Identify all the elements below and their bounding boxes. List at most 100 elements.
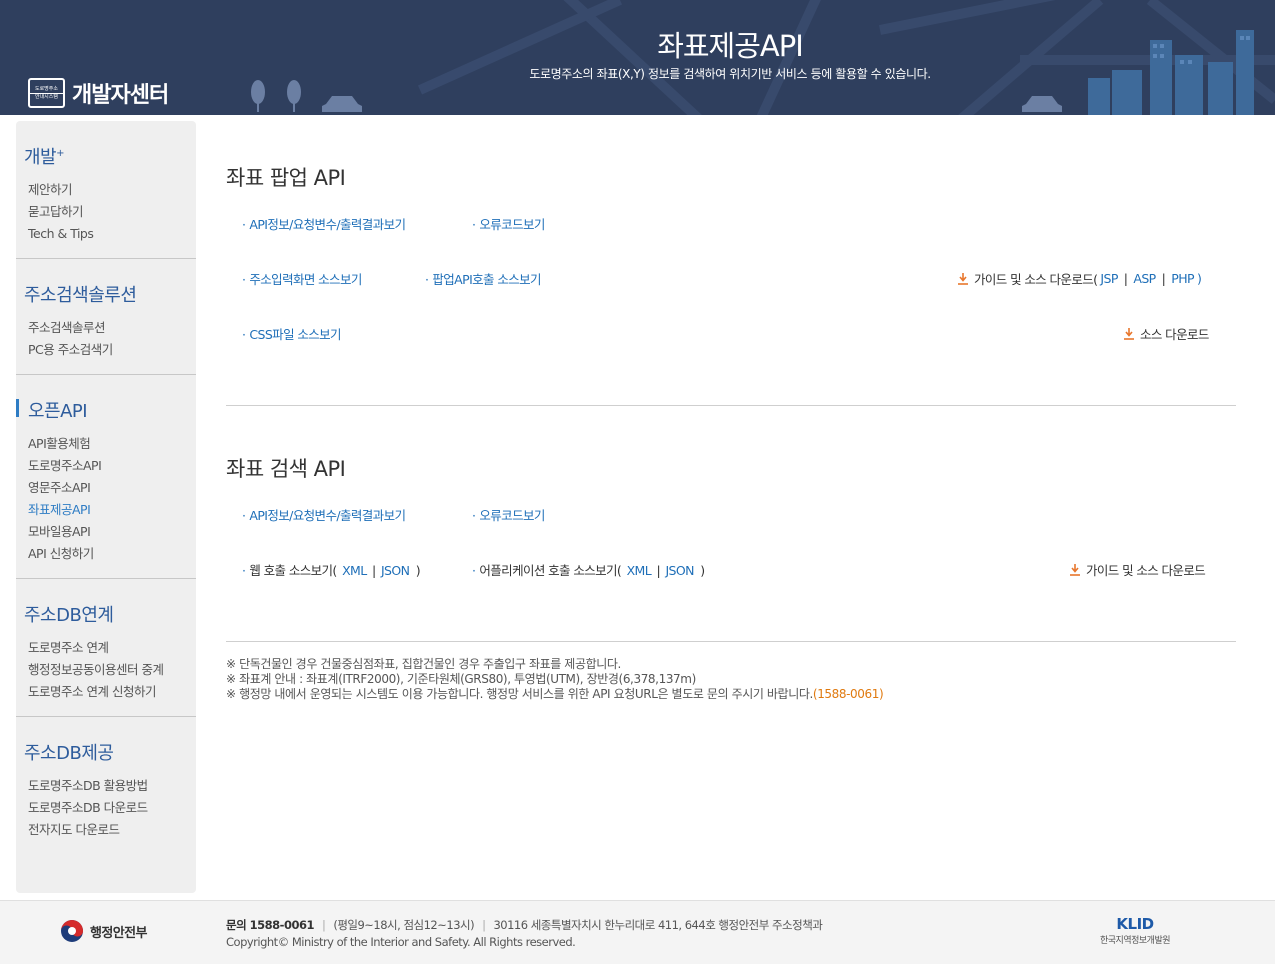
separator: |	[1161, 271, 1166, 286]
guide-php-link[interactable]: PHP	[1171, 271, 1194, 286]
gov-logo: 행정안전부	[60, 919, 147, 943]
source-download-label: 소스 다운로드	[1140, 327, 1209, 342]
sidebar-group-dbprovide: 주소DB제공 도로명주소DB 활용방법 도로명주소DB 다운로드 전자지도 다운…	[16, 717, 196, 854]
link-label: 팝업API호출 소스보기	[432, 272, 541, 287]
guide-download-label: 가이드 및 소스 다운로드	[1086, 563, 1206, 578]
paren-close: )	[1196, 271, 1202, 286]
footer-copyright: Copyright© Ministry of the Interior and …	[226, 935, 576, 949]
note-line: ※ 행정망 내에서 운영되는 시스템도 이용 가능합니다. 행정망 서비스를 위…	[226, 687, 884, 702]
logo-badge-bottom: 안내시스템	[30, 92, 63, 101]
sidebar-item[interactable]: 묻고답하기	[16, 201, 196, 223]
link-label: API정보/요청변수/출력결과보기	[249, 508, 406, 523]
section-divider	[226, 641, 1236, 642]
separator: |	[656, 563, 661, 578]
page-subtitle: 도로명주소의 좌표(X,Y) 정보를 검색하여 위치기반 서비스 등에 활용할 …	[529, 67, 931, 81]
taegeuk-icon	[61, 920, 83, 942]
sidebar-group-solution: 주소검색솔루션 주소검색솔루션 PC용 주소검색기	[16, 259, 196, 375]
download-icon	[1070, 564, 1080, 576]
app-call-source: · 어플리케이션 호출 소스보기( XML | JSON )	[472, 563, 705, 578]
sidebar-title-plus: +	[56, 148, 65, 159]
app-json-link[interactable]: JSON	[665, 563, 694, 578]
klid-logo: KLID 한국지역정보개발원	[1100, 915, 1171, 946]
page-header: 도로명주소 안내시스템 개발자센터 좌표제공API 도로명주소의 좌표(X,Y)…	[0, 0, 1275, 115]
logo-badge-top: 도로명주소	[34, 85, 58, 92]
popup-call-source-link[interactable]: · 팝업API호출 소스보기	[425, 269, 542, 288]
notes: ※ 단독건물인 경우 건물중심점좌표, 집합건물인 경우 주출입구 좌표를 제공…	[226, 657, 884, 702]
sidebar-item[interactable]: 행정정보공동이용센터 중계	[16, 659, 196, 681]
sidebar-title-text: 오픈API	[28, 401, 88, 422]
sidebar-item-current[interactable]: 좌표제공API	[16, 499, 196, 521]
sidebar-item[interactable]: 도로명주소 연계 신청하기	[16, 681, 196, 703]
sidebar-group-title[interactable]: 오픈API	[16, 397, 196, 423]
sidebar-title-text: 개발	[24, 147, 57, 168]
popup-error-code-link[interactable]: · 오류코드보기	[472, 214, 545, 233]
footer-contact: 문의 1588-0061	[226, 918, 314, 932]
sidebar-group-title[interactable]: 개발+	[16, 143, 196, 169]
footer-hours: (평일9~18시, 점심12~13시)	[333, 918, 475, 932]
note-phone: (1588-0061)	[812, 687, 884, 701]
sidebar-item[interactable]: 전자지도 다운로드	[16, 819, 196, 841]
sidebar-item[interactable]: 도로명주소API	[16, 455, 196, 477]
sidebar-group-openapi: 오픈API API활용체험 도로명주소API 영문주소API 좌표제공API 모…	[16, 375, 196, 579]
download-icon	[1124, 328, 1134, 340]
guide-asp-link[interactable]: ASP	[1133, 271, 1156, 286]
search-error-code-link[interactable]: · 오류코드보기	[472, 505, 545, 524]
separator: |	[371, 563, 376, 578]
footer-info: 문의 1588-0061 | (평일9~18시, 점심12~13시) | 30116 세…	[226, 918, 823, 949]
sidebar-item[interactable]: 모바일용API	[16, 521, 196, 543]
guide-jsp-link[interactable]: JSP	[1100, 271, 1118, 286]
sidebar: 개발+ 제안하기 묻고답하기 Tech & Tips 주소검색솔루션 주소검색솔…	[16, 121, 196, 893]
search-section-title: 좌표 검색 API	[226, 457, 346, 481]
link-label: API정보/요청변수/출력결과보기	[249, 217, 406, 232]
klid-name: 한국지역정보개발원	[1100, 936, 1171, 946]
logo-badge: 도로명주소 안내시스템	[28, 78, 65, 108]
popup-section-title: 좌표 팝업 API	[226, 166, 346, 190]
web-call-label: 웹 호출 소스보기(	[249, 563, 337, 578]
section-divider	[226, 405, 1236, 406]
sidebar-item[interactable]: Tech & Tips	[16, 223, 196, 245]
sidebar-item[interactable]: API 신청하기	[16, 543, 196, 565]
link-label: 오류코드보기	[479, 508, 545, 523]
link-label: 주소입력화면 소스보기	[249, 272, 362, 287]
sidebar-item[interactable]: 도로명주소DB 다운로드	[16, 797, 196, 819]
sidebar-item[interactable]: 도로명주소DB 활용방법	[16, 775, 196, 797]
page-footer: 행정안전부 문의 1588-0061 | (평일9~18시, 점심12~13시) | 3…	[0, 900, 1275, 964]
sidebar-group-dblink: 주소DB연계 도로명주소 연계 행정정보공동이용센터 중계 도로명주소 연계 신…	[16, 579, 196, 717]
sidebar-group-title[interactable]: 주소검색솔루션	[16, 281, 196, 307]
search-guide-download[interactable]: 가이드 및 소스 다운로드	[1069, 560, 1206, 579]
popup-guide-download: 가이드 및 소스 다운로드( JSP | ASP | PHP )	[957, 269, 1202, 288]
sidebar-item[interactable]: PC용 주소검색기	[16, 339, 196, 361]
sidebar-group-title[interactable]: 주소DB제공	[16, 739, 196, 765]
page-title: 좌표제공API	[657, 29, 804, 63]
popup-input-source-link[interactable]: · 주소입력화면 소스보기	[242, 269, 362, 288]
web-call-source: · 웹 호출 소스보기( XML | JSON )	[242, 563, 421, 578]
sidebar-group-title[interactable]: 주소DB연계	[16, 601, 196, 627]
link-label: 오류코드보기	[479, 217, 545, 232]
sidebar-item[interactable]: 영문주소API	[16, 477, 196, 499]
separator: |	[1123, 271, 1128, 286]
popup-css-source-link[interactable]: · CSS파일 소스보기	[242, 324, 342, 343]
sidebar-item[interactable]: 주소검색솔루션	[16, 317, 196, 339]
sidebar-item[interactable]: API활용체험	[16, 433, 196, 455]
note-line: ※ 단독건물인 경우 건물중심점좌표, 집합건물인 경우 주출입구 좌표를 제공…	[226, 657, 621, 671]
popup-source-download[interactable]: 소스 다운로드	[1123, 324, 1209, 343]
link-label: CSS파일 소스보기	[249, 327, 341, 342]
popup-api-info-link[interactable]: · API정보/요청변수/출력결과보기	[242, 214, 406, 233]
download-icon	[958, 273, 968, 285]
klid-logo-text: KLID	[1116, 915, 1154, 933]
note-text: ※ 행정망 내에서 운영되는 시스템도 이용 가능합니다. 행정망 서비스를 위…	[226, 687, 813, 701]
web-xml-link[interactable]: XML	[342, 563, 367, 578]
gov-name: 행정안전부	[90, 925, 147, 941]
web-json-link[interactable]: JSON	[381, 563, 410, 578]
search-api-info-link[interactable]: · API정보/요청변수/출력결과보기	[242, 505, 406, 524]
paren-close: )	[415, 563, 421, 578]
app-call-label: 어플리케이션 호출 소스보기(	[479, 563, 622, 578]
app-xml-link[interactable]: XML	[627, 563, 652, 578]
paren-close: )	[700, 563, 705, 578]
sidebar-item[interactable]: 제안하기	[16, 179, 196, 201]
sidebar-item[interactable]: 도로명주소 연계	[16, 637, 196, 659]
note-line: ※ 좌표계 안내 : 좌표계(ITRF2000), 기준타원체(GRS80), …	[226, 672, 696, 686]
footer-address: 30116 세종특별자치시 한누리대로 411, 644호 행정안전부 주소정책…	[493, 918, 823, 932]
guide-download-label: 가이드 및 소스 다운로드(	[974, 272, 1098, 287]
sidebar-group-dev: 개발+ 제안하기 묻고답하기 Tech & Tips	[16, 121, 196, 259]
